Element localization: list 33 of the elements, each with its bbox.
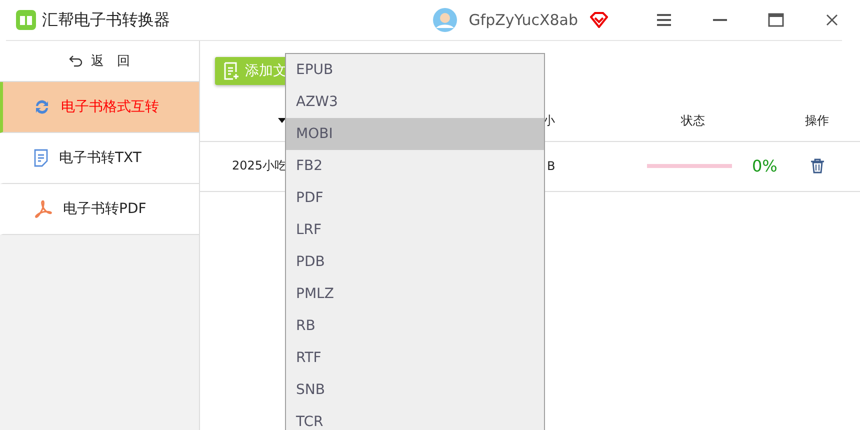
dropdown-option[interactable]: SNB [286, 374, 544, 406]
maximize-icon[interactable] [768, 13, 784, 27]
column-header: 操作 [805, 112, 829, 130]
sidebar-item[interactable]: 电子书转TXT [0, 133, 199, 184]
dropdown-option[interactable]: FB2 [286, 150, 544, 182]
dropdown-option[interactable]: RTF [286, 342, 544, 374]
progress-percent: 0% [752, 156, 778, 176]
sort-arrow-icon[interactable] [278, 118, 286, 123]
avatar-icon [432, 8, 457, 32]
diamond-icon[interactable] [590, 12, 608, 28]
document-icon [33, 149, 49, 167]
close-icon[interactable] [826, 14, 838, 26]
back-arrow-icon [69, 55, 83, 67]
menu-icon[interactable] [657, 14, 671, 26]
refresh-icon [33, 98, 51, 116]
dropdown-option[interactable]: TCR [286, 406, 544, 430]
column-header: 状态 [681, 112, 705, 130]
dropdown-option[interactable]: PMLZ [286, 278, 544, 310]
pdf-icon [33, 200, 53, 218]
dropdown-option[interactable]: RB [286, 310, 544, 342]
trash-icon[interactable] [811, 158, 824, 174]
book-logo-icon [16, 10, 36, 30]
back-button[interactable]: 返 回 [0, 41, 199, 82]
app-title: 汇帮电子书转换器 [42, 10, 170, 30]
dropdown-option[interactable]: PDF [286, 182, 544, 214]
dropdown-option[interactable]: MOBI [286, 118, 544, 150]
add-document-icon [223, 62, 239, 80]
dropdown-option[interactable]: LRF [286, 214, 544, 246]
sidebar-item[interactable]: 电子书转PDF [0, 184, 199, 235]
dropdown-option[interactable]: PDB [286, 246, 544, 278]
table-cell: B [547, 159, 556, 173]
username[interactable]: GfpZyYucX8ab [468, 11, 578, 29]
dropdown-option[interactable]: AZW3 [286, 86, 544, 118]
